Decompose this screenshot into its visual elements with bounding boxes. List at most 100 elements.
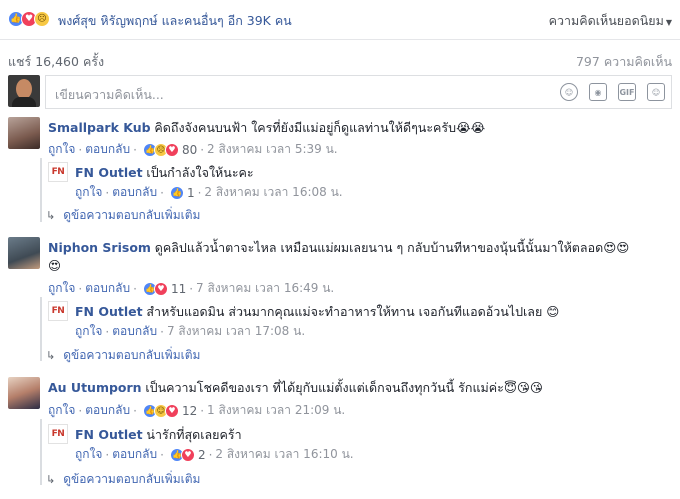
comment-body: Smallpark Kub คิดถึงจังคนบนฟ้า ใครที่ยัง… xyxy=(48,118,485,138)
gif-icon[interactable]: GIF xyxy=(618,83,636,101)
more-replies-label: ดูข้อความตอบกลับเพิ่มเติม xyxy=(63,208,201,222)
separator: · xyxy=(105,185,110,200)
comment-author[interactable]: Niphon Srisom xyxy=(48,240,151,255)
like-button[interactable]: ถูกใจ xyxy=(48,401,75,420)
user-avatar xyxy=(8,75,40,107)
comment-text: ดูคลิปแล้วน้ำตาจะไหล เหมือนแม่ผมเลยนาน ๆ… xyxy=(154,240,630,255)
separator: · xyxy=(189,281,194,296)
timestamp[interactable]: 2 สิงหาคม เวลา 5:39 น. xyxy=(207,140,338,159)
comment-author[interactable]: Smallpark Kub xyxy=(48,120,151,135)
fn-logo-text: FN xyxy=(51,167,65,177)
more-replies-link[interactable]: ↳ ดูข้อความตอบกลับเพิ่มเติม xyxy=(46,470,200,489)
reactions-bar: 👍 ♥ ☹ พงศ์สุข หิรัญพฤกษ์ และคนอื่นๆ อีก … xyxy=(0,0,680,40)
reaction-icons[interactable]: 👍 ♥ ☹ xyxy=(8,11,50,27)
share-count[interactable]: แชร์ 16,460 ครั้ง xyxy=(8,52,104,72)
reply-button[interactable]: ตอบกลับ xyxy=(85,140,130,159)
comment-reactions[interactable]: 👍 ♥ 11 xyxy=(142,281,187,296)
like-icon: 👍 xyxy=(169,185,184,200)
avatar[interactable] xyxy=(8,377,40,409)
more-replies-label: ดูข้อความตอบกลับเพิ่มเติม xyxy=(63,472,201,486)
separator: · xyxy=(133,403,137,418)
reply-author[interactable]: FN Outlet xyxy=(75,304,143,319)
reply-button[interactable]: ตอบกลับ xyxy=(112,183,157,202)
like-button[interactable]: ถูกใจ xyxy=(75,445,102,464)
fn-outlet-avatar[interactable]: FN xyxy=(48,424,68,444)
reaction-count: 80 xyxy=(181,142,198,157)
separator: · xyxy=(200,403,205,418)
sort-dropdown[interactable]: ความคิดเห็นยอดนิยม ▼ xyxy=(549,11,672,31)
separator: · xyxy=(200,142,205,157)
reply-meta: ถูกใจ · ตอบกลับ · 👍 ♥ 2 · 2 สิงหาคม เวลา… xyxy=(75,445,354,464)
fn-outlet-avatar[interactable]: FN xyxy=(48,162,68,182)
separator: · xyxy=(133,142,137,157)
separator: · xyxy=(160,447,164,462)
reactors-link[interactable]: พงศ์สุข หิรัญพฤกษ์ และคนอื่นๆ อีก 39K คน xyxy=(58,11,292,31)
reply-body: FN Outlet เป็นกำลังใจให้นะคะ xyxy=(75,163,254,183)
thread-line xyxy=(40,158,42,222)
reply-text: น่ารักที่สุดเลยคร้า xyxy=(146,427,242,442)
more-replies-link[interactable]: ↳ ดูข้อความตอบกลับเพิ่มเติม xyxy=(46,206,200,225)
reply-meta: ถูกใจ · ตอบกลับ · 7 สิงหาคม เวลา 17:08 น… xyxy=(75,322,305,341)
separator: · xyxy=(197,185,202,200)
comment-text: คิดถึงจังคนบนฟ้า ใครที่ยังมีแม่อยู่ก็ดูแ… xyxy=(154,120,486,135)
reply-button[interactable]: ตอบกลับ xyxy=(112,322,157,341)
like-button[interactable]: ถูกใจ xyxy=(48,140,75,159)
separator: · xyxy=(105,447,110,462)
love-icon: ♥ xyxy=(164,403,179,418)
timestamp[interactable]: 2 สิงหาคม เวลา 16:08 น. xyxy=(204,183,342,202)
reply-button[interactable]: ตอบกลับ xyxy=(85,401,130,420)
love-icon: ♥ xyxy=(153,281,168,296)
comment-body: Au Utumporn เป็นความโชคดีของเรา ที่ได้ยุ… xyxy=(48,378,543,398)
separator: · xyxy=(78,142,83,157)
reaction-count: 11 xyxy=(170,281,187,296)
comment-text-continued: 😍 xyxy=(48,258,62,273)
reply-reactions[interactable]: 👍 ♥ 2 xyxy=(169,447,206,462)
camera-icon[interactable]: ◉ xyxy=(589,83,607,101)
reply-author[interactable]: FN Outlet xyxy=(75,427,143,442)
reply-arrow-icon: ↳ xyxy=(46,349,56,362)
reply-body: FN Outlet น่ารักที่สุดเลยคร้า xyxy=(75,425,242,445)
timestamp[interactable]: 1 สิงหาคม เวลา 21:09 น. xyxy=(207,401,345,420)
reply-arrow-icon: ↳ xyxy=(46,209,56,222)
like-button[interactable]: ถูกใจ xyxy=(48,279,75,298)
reaction-count: 1 xyxy=(186,185,195,200)
timestamp[interactable]: 2 สิงหาคม เวลา 16:10 น. xyxy=(215,445,353,464)
reaction-count: 2 xyxy=(197,447,206,462)
comment-reactions[interactable]: 👍 ☹ ♥ 80 xyxy=(142,142,198,157)
avatar[interactable] xyxy=(8,117,40,149)
comment-meta: ถูกใจ · ตอบกลับ · 👍 ☹ ♥ 80 · 2 สิงหาคม เ… xyxy=(48,140,338,159)
reply-button[interactable]: ตอบกลับ xyxy=(85,279,130,298)
separator: · xyxy=(160,324,164,339)
sad-icon: ☹ xyxy=(34,11,50,27)
comment-reactions[interactable]: 👍 ☺ ♥ 12 xyxy=(142,403,197,418)
reply-reactions[interactable]: 👍 1 xyxy=(169,185,195,200)
separator: · xyxy=(105,324,110,339)
comment-author[interactable]: Au Utumporn xyxy=(48,380,142,395)
like-button[interactable]: ถูกใจ xyxy=(75,183,102,202)
reply-text: เป็นกำลังใจให้นะคะ xyxy=(146,165,254,180)
timestamp[interactable]: 7 สิงหาคม เวลา 17:08 น. xyxy=(167,322,305,341)
reply-body: FN Outlet สำหรับแอดมิน ส่วนมากคุณแม่จะทำ… xyxy=(75,302,559,322)
timestamp[interactable]: 7 สิงหาคม เวลา 16:49 น. xyxy=(196,279,334,298)
reply-button[interactable]: ตอบกลับ xyxy=(112,445,157,464)
reply-text: สำหรับแอดมิน ส่วนมากคุณแม่จะทำอาหารให้ทา… xyxy=(146,304,560,319)
fn-logo-text: FN xyxy=(51,306,65,316)
love-icon: ♥ xyxy=(164,142,179,157)
comment-input[interactable]: เขียนความคิดเห็น... ☺ ◉ GIF ☺ xyxy=(45,75,672,109)
comment-count[interactable]: 797 ความคิดเห็น xyxy=(576,52,672,72)
caret-down-icon: ▼ xyxy=(665,18,672,27)
avatar[interactable] xyxy=(8,237,40,269)
like-button[interactable]: ถูกใจ xyxy=(75,322,102,341)
separator: · xyxy=(133,281,137,296)
comment-meta: ถูกใจ · ตอบกลับ · 👍 ☺ ♥ 12 · 1 สิงหาคม เ… xyxy=(48,401,345,420)
emoji-icon[interactable]: ☺ xyxy=(560,83,578,101)
reply-arrow-icon: ↳ xyxy=(46,473,56,486)
comment-text: เป็นความโชคดีของเรา ที่ได้ยุกับแม่ตั้งแต… xyxy=(145,380,543,395)
comment-body: Niphon Srisom ดูคลิปแล้วน้ำตาจะไหล เหมือ… xyxy=(48,238,668,258)
reply-author[interactable]: FN Outlet xyxy=(75,165,143,180)
sticker-icon[interactable]: ☺ xyxy=(647,83,665,101)
comment-meta: ถูกใจ · ตอบกลับ · 👍 ♥ 11 · 7 สิงหาคม เวล… xyxy=(48,279,334,298)
fn-outlet-avatar[interactable]: FN xyxy=(48,301,68,321)
more-replies-link[interactable]: ↳ ดูข้อความตอบกลับเพิ่มเติม xyxy=(46,346,200,365)
separator: · xyxy=(208,447,213,462)
